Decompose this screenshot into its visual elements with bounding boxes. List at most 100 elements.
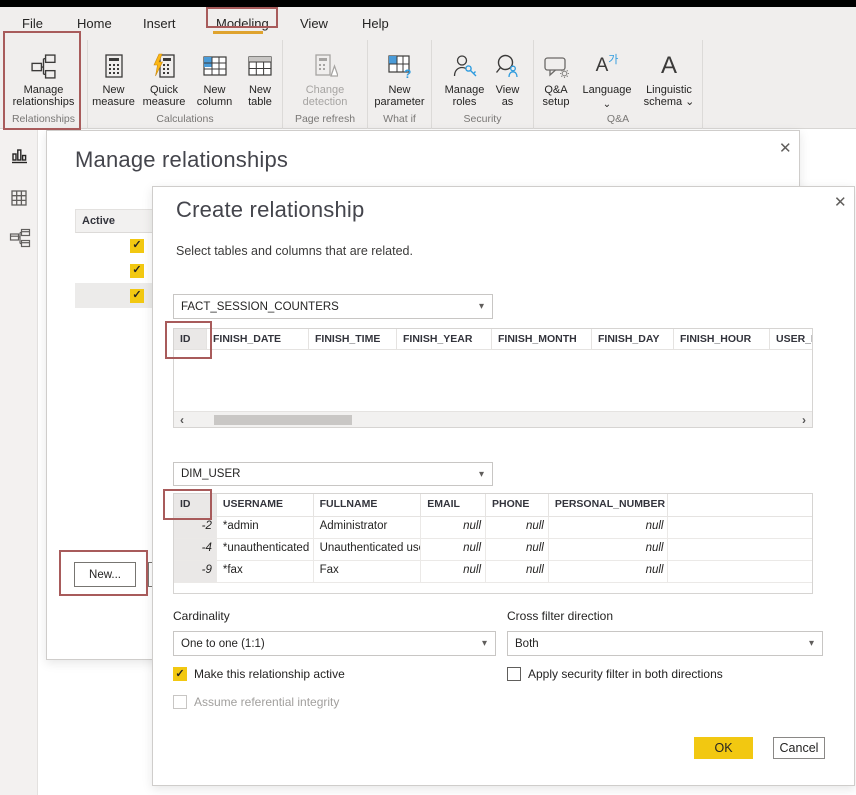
close-icon[interactable]: ✕ (779, 141, 792, 156)
report-view-icon[interactable] (9, 146, 29, 166)
button-label: Manage roles (441, 85, 489, 108)
button-label: Manage relationships (4, 85, 84, 108)
group-label-page-refresh: Page refresh (283, 113, 367, 129)
active-checkbox[interactable]: ✓ (130, 239, 144, 253)
language-button[interactable]: A가 Language ⌄ (579, 52, 635, 108)
cell-personal-number: null (549, 539, 669, 560)
dropdown-caret-icon: ▾ (482, 638, 487, 649)
scroll-right-icon[interactable]: › (802, 413, 806, 427)
security-filter-checkbox-row[interactable]: Apply security filter in both directions (507, 667, 723, 681)
menu-home[interactable]: Home (77, 16, 112, 31)
change-detection-icon (312, 52, 338, 80)
powerbi-window: File Home Insert Modeling View Help (0, 0, 856, 795)
lightning-calculator-icon (151, 52, 177, 80)
cancel-button[interactable]: Cancel (773, 737, 825, 759)
new-column-button[interactable]: New column (191, 52, 238, 108)
linguistic-schema-icon: A (661, 52, 677, 80)
make-active-checkbox-row[interactable]: ✓ Make this relationship active (173, 667, 345, 681)
menu-file[interactable]: File (22, 16, 43, 31)
make-active-checkbox[interactable]: ✓ (173, 667, 187, 681)
menu-help[interactable]: Help (362, 16, 389, 31)
column-header[interactable]: FINISH_YEAR (397, 329, 492, 349)
close-icon[interactable]: ✕ (834, 195, 847, 210)
button-label: Language (583, 85, 632, 97)
button-label: Change detection (294, 85, 356, 108)
new-measure-button[interactable]: New measure (90, 52, 137, 108)
column-header[interactable]: USERNAME (217, 494, 314, 516)
column-header[interactable]: PERSONAL_NUMBER (549, 494, 669, 516)
active-checkbox[interactable]: ✓ (130, 264, 144, 278)
scrollbar-thumb[interactable] (214, 415, 352, 425)
person-key-icon (452, 52, 478, 80)
menu-modeling[interactable]: Modeling (216, 16, 269, 31)
column-header[interactable]: FINISH_MONTH (492, 329, 592, 349)
ribbon-group-calculations: New measure Quick measure (88, 40, 283, 129)
from-table-value: FACT_SESSION_COUNTERS (174, 301, 339, 313)
cardinality-dropdown[interactable]: One to one (1:1) ▾ (173, 631, 496, 656)
column-header[interactable]: EMAIL (421, 494, 486, 516)
fact-table-header-row: ID FINISH_DATE FINISH_TIME FINISH_YEAR F… (174, 329, 812, 350)
ok-button[interactable]: OK (694, 737, 753, 759)
group-label-relationships: Relationships (0, 113, 87, 129)
cell-fullname: Unauthenticated user (314, 539, 422, 560)
dialog-subtitle: Select tables and columns that are relat… (176, 244, 413, 258)
cell-phone: null (486, 539, 549, 560)
menu-insert[interactable]: Insert (143, 16, 176, 31)
view-sidebar (0, 130, 38, 795)
column-header[interactable]: FINISH_DATE (207, 329, 309, 349)
linguistic-schema-button[interactable]: A Linguistic schema ⌄ (637, 52, 701, 108)
cell-fullname: Administrator (314, 517, 422, 538)
manage-roles-button[interactable]: Manage roles (441, 52, 489, 108)
data-view-icon[interactable] (9, 188, 29, 208)
column-header[interactable]: FINISH_TIME (309, 329, 397, 349)
security-filter-checkbox[interactable] (507, 667, 521, 681)
cross-filter-label: Cross filter direction (507, 609, 613, 623)
calculator-icon (101, 52, 127, 80)
table-row[interactable]: -2 *admin Administrator null null null (174, 517, 812, 539)
scroll-left-icon[interactable]: ‹ (180, 413, 184, 427)
button-label: New parameter (369, 85, 431, 108)
column-header[interactable]: FINISH_DAY (592, 329, 674, 349)
cell-id: -2 (174, 517, 217, 538)
quick-measure-button[interactable]: Quick measure (139, 52, 189, 108)
table-row[interactable]: -4 *unauthenticated Unauthenticated user… (174, 539, 812, 561)
fact-table-preview: ID FINISH_DATE FINISH_TIME FINISH_YEAR F… (173, 328, 813, 428)
table-column-icon (202, 52, 228, 80)
horizontal-scrollbar[interactable]: ‹ › (174, 411, 812, 427)
view-as-button[interactable]: View as (491, 52, 525, 108)
security-filter-label: Apply security filter in both directions (528, 667, 723, 681)
menu-view[interactable]: View (300, 16, 328, 31)
manage-relationships-button[interactable]: Manage relationships (4, 52, 84, 108)
group-label-calculations: Calculations (88, 113, 282, 129)
ribbon-group-qa: Q&A setup A가 Language ⌄ A Linguistic sch… (534, 40, 703, 129)
qa-setup-button[interactable]: Q&A setup (535, 52, 577, 108)
window-title-bar (0, 0, 856, 7)
cross-filter-dropdown[interactable]: Both ▾ (507, 631, 823, 656)
dropdown-caret-icon: ▾ (809, 638, 814, 649)
table-row[interactable]: -9 *fax Fax null null null (174, 561, 812, 583)
active-checkbox[interactable]: ✓ (130, 289, 144, 303)
cell-username: *unauthenticated (217, 539, 314, 560)
column-header[interactable]: PHONE (486, 494, 549, 516)
button-label: New table (240, 85, 280, 108)
new-parameter-button[interactable]: ? New parameter (369, 52, 431, 108)
to-table-dropdown[interactable]: DIM_USER ▾ (173, 462, 493, 486)
referential-integrity-checkbox (173, 695, 187, 709)
dim-table-header-row: ID USERNAME FULLNAME EMAIL PHONE PERSONA… (174, 494, 812, 517)
column-header[interactable]: ID (174, 329, 207, 349)
column-header[interactable]: FINISH_HOUR (674, 329, 770, 349)
column-header[interactable]: FULLNAME (314, 494, 422, 516)
model-view-icon[interactable] (9, 228, 29, 248)
new-table-button[interactable]: New table (240, 52, 280, 108)
button-label: View as (491, 85, 525, 108)
cell-email: null (421, 517, 486, 538)
from-table-dropdown[interactable]: FACT_SESSION_COUNTERS ▾ (173, 294, 493, 319)
new-relationship-button[interactable]: New... (74, 562, 136, 587)
cell-phone: null (486, 561, 549, 582)
dim-table-preview: ID USERNAME FULLNAME EMAIL PHONE PERSONA… (173, 493, 813, 594)
column-header[interactable]: ID (174, 494, 217, 516)
language-icon: A가 (596, 52, 619, 80)
cross-filter-value: Both (508, 638, 539, 650)
column-header[interactable]: USER_ID (770, 329, 812, 349)
svg-text:?: ? (404, 67, 411, 79)
